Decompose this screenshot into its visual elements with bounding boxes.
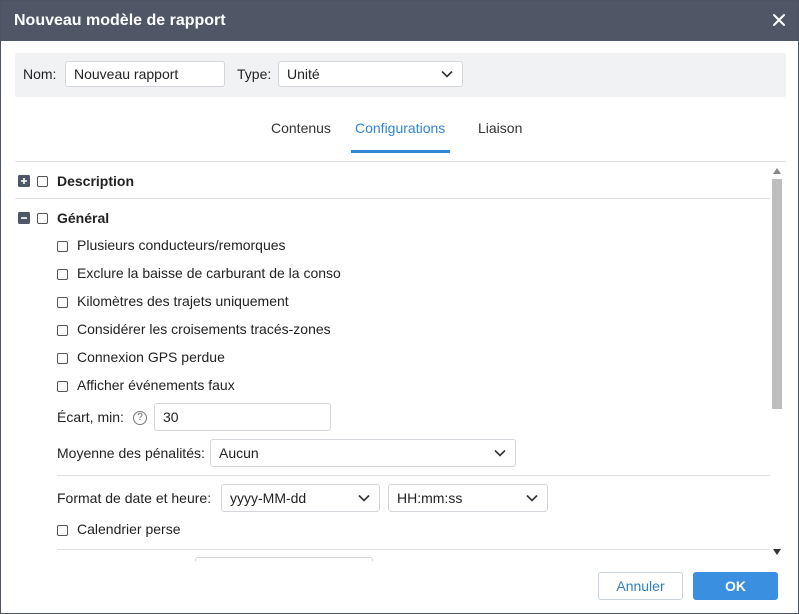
report-template-dialog: Nouveau modèle de rapport Nom: Type: Uni… xyxy=(0,0,799,614)
type-select-value: Unité xyxy=(287,66,320,82)
subsection-divider xyxy=(57,475,770,476)
option-checkbox[interactable] xyxy=(57,353,68,364)
option-label: Kilomètres des trajets uniquement xyxy=(77,293,289,309)
option-checkbox[interactable] xyxy=(57,381,68,392)
datetime-format-label: Format de date et heure: xyxy=(57,490,212,506)
content-scrollbar[interactable] xyxy=(770,168,784,560)
type-select[interactable]: Unité xyxy=(278,61,463,87)
section-description: Description xyxy=(15,172,715,192)
settings-content: Description Général Plusieurs conducteur… xyxy=(15,161,786,561)
option-checkbox[interactable] xyxy=(57,325,68,336)
chevron-down-icon xyxy=(441,70,453,78)
time-format-select[interactable]: HH:mm:ss xyxy=(388,484,548,512)
scrollbar-thumb[interactable] xyxy=(772,179,782,409)
cancel-button[interactable]: Annuler xyxy=(598,572,683,600)
scroll-down-icon[interactable] xyxy=(773,549,781,555)
date-format-value: yyyy-MM-dd xyxy=(230,490,307,506)
penalty-label: Moyenne des pénalités: xyxy=(57,445,205,461)
option-checkbox[interactable] xyxy=(57,525,68,536)
option-gps-lost[interactable]: Connexion GPS perdue xyxy=(57,349,657,369)
option-exclude-fuel-drop[interactable]: Exclure la baisse de carburant de la con… xyxy=(57,265,657,285)
dialog-titlebar: Nouveau modèle de rapport xyxy=(1,1,798,41)
option-label: Calendrier perse xyxy=(77,521,181,537)
tab-configurations[interactable]: Configurations xyxy=(351,111,451,153)
gap-label: Écart, min: xyxy=(57,409,124,425)
partially-hidden-field[interactable] xyxy=(195,557,373,561)
option-label: Exclure la baisse de carburant de la con… xyxy=(77,265,341,281)
option-checkbox[interactable] xyxy=(57,241,68,252)
option-label: Plusieurs conducteurs/remorques xyxy=(77,237,286,253)
help-circle-icon[interactable]: ? xyxy=(133,411,147,425)
tab-configurations-label: Configurations xyxy=(355,120,446,136)
option-multiple-drivers[interactable]: Plusieurs conducteurs/remorques xyxy=(57,237,657,257)
tab-liaison-label: Liaison xyxy=(478,120,523,136)
option-show-false-events[interactable]: Afficher événements faux xyxy=(57,377,657,397)
chevron-down-icon xyxy=(358,494,370,502)
option-checkbox[interactable] xyxy=(57,297,68,308)
general-checkbox[interactable] xyxy=(37,213,48,224)
option-trip-mileage-only[interactable]: Kilomètres des trajets uniquement xyxy=(57,293,657,313)
option-checkbox[interactable] xyxy=(57,269,68,280)
name-input[interactable] xyxy=(65,61,225,87)
penalty-select[interactable]: Aucun xyxy=(210,439,516,467)
section-general: Général xyxy=(15,209,715,229)
tab-contenus-label: Contenus xyxy=(271,120,331,136)
option-label: Afficher événements faux xyxy=(77,377,235,393)
chevron-down-icon xyxy=(494,449,506,457)
subsection-divider xyxy=(57,549,770,550)
tab-liaison[interactable]: Liaison xyxy=(478,111,522,153)
penalty-select-value: Aucun xyxy=(219,445,259,461)
section-divider xyxy=(15,198,770,199)
scroll-up-icon[interactable] xyxy=(773,168,781,174)
active-tab-underline xyxy=(351,150,451,153)
option-label: Considérer les croisements tracés-zones xyxy=(77,321,331,337)
gap-minutes-input[interactable] xyxy=(154,403,331,431)
close-icon[interactable] xyxy=(771,12,787,28)
dialog-title: Nouveau modèle de rapport xyxy=(14,12,226,29)
section-general-title: Général xyxy=(57,210,110,226)
date-format-select[interactable]: yyyy-MM-dd xyxy=(221,484,380,512)
option-persian-calendar[interactable]: Calendrier perse xyxy=(57,521,657,541)
name-label: Nom: xyxy=(23,66,57,82)
option-track-zone-intersections[interactable]: Considérer les croisements tracés-zones xyxy=(57,321,657,341)
description-checkbox[interactable] xyxy=(37,176,48,187)
tab-bar: Contenus Configurations Liaison xyxy=(1,111,798,153)
chevron-down-icon xyxy=(526,494,538,502)
section-description-title: Description xyxy=(57,173,135,189)
option-label: Connexion GPS perdue xyxy=(77,349,225,365)
type-label: Type: xyxy=(237,66,272,82)
name-type-bar: Nom: Type: Unité xyxy=(15,53,786,97)
tab-contenus[interactable]: Contenus xyxy=(271,111,331,153)
minus-box-icon[interactable] xyxy=(18,212,30,224)
ok-button[interactable]: OK xyxy=(693,572,778,600)
time-format-value: HH:mm:ss xyxy=(397,490,463,506)
plus-box-icon[interactable] xyxy=(18,175,30,187)
